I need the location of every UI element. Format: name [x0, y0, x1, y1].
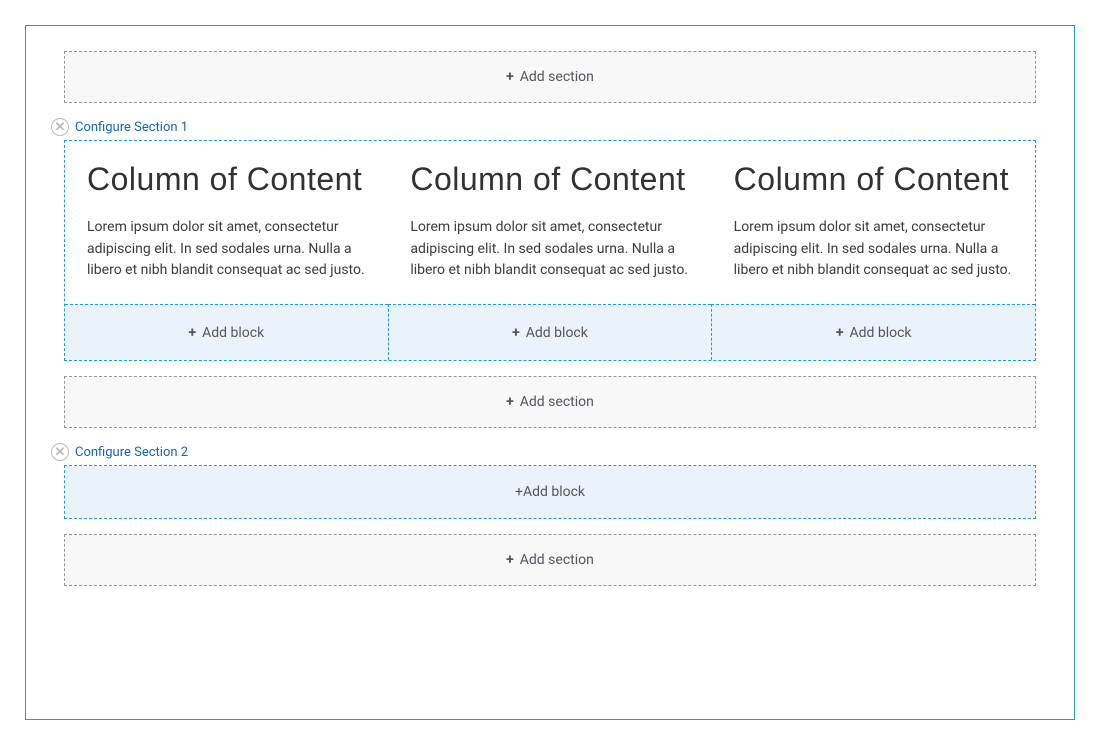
section-1-column-3[interactable]: Column of Content Lorem ipsum dolor sit …: [712, 141, 1035, 304]
column-body: Lorem ipsum dolor sit amet, consectetur …: [87, 217, 366, 282]
section-1-column-2[interactable]: Column of Content Lorem ipsum dolor sit …: [388, 141, 711, 304]
column-title: Column of Content: [410, 159, 689, 199]
add-block-button[interactable]: + Add block: [711, 304, 1035, 360]
configure-section-1-link[interactable]: Configure Section 1: [75, 120, 188, 135]
section-2-header: ✕ Configure Section 2: [51, 442, 1049, 462]
add-block-label: Add block: [526, 325, 588, 341]
add-section-label: Add section: [520, 394, 594, 410]
plus-icon: +: [836, 325, 844, 341]
add-block-label: Add block: [523, 484, 585, 500]
add-block-button[interactable]: + Add block: [65, 304, 388, 360]
section-1-column-1[interactable]: Column of Content Lorem ipsum dolor sit …: [65, 141, 388, 304]
add-section-button[interactable]: + Add section: [64, 51, 1036, 103]
column-title: Column of Content: [87, 159, 366, 199]
layout-builder-frame: + Add section ✕ Configure Section 1 Colu…: [25, 25, 1075, 720]
section-2: + Add block: [64, 465, 1036, 519]
section-1-columns: Column of Content Lorem ipsum dolor sit …: [65, 141, 1035, 304]
remove-section-2-button[interactable]: ✕: [51, 443, 69, 461]
column-body: Lorem ipsum dolor sit amet, consectetur …: [410, 217, 689, 282]
add-section-label: Add section: [520, 69, 594, 85]
add-block-button[interactable]: + Add block: [388, 304, 712, 360]
column-body: Lorem ipsum dolor sit amet, consectetur …: [734, 217, 1013, 282]
add-section-button[interactable]: + Add section: [64, 534, 1036, 586]
add-block-button[interactable]: + Add block: [65, 466, 1035, 518]
section-1-header: ✕ Configure Section 1: [51, 117, 1049, 137]
add-block-label: Add block: [849, 325, 911, 341]
plus-icon: +: [515, 484, 523, 500]
section-1: Column of Content Lorem ipsum dolor sit …: [64, 140, 1036, 361]
close-icon: ✕: [55, 446, 66, 459]
add-section-label: Add section: [520, 552, 594, 568]
add-block-row: + Add block + Add block + Add block: [65, 304, 1035, 360]
column-title: Column of Content: [734, 159, 1013, 199]
plus-icon: +: [188, 325, 196, 341]
plus-icon: +: [506, 69, 514, 85]
add-block-label: Add block: [202, 325, 264, 341]
add-section-button[interactable]: + Add section: [64, 376, 1036, 428]
close-icon: ✕: [55, 121, 66, 134]
remove-section-1-button[interactable]: ✕: [51, 118, 69, 136]
plus-icon: +: [506, 394, 514, 410]
configure-section-2-link[interactable]: Configure Section 2: [75, 445, 188, 460]
plus-icon: +: [506, 552, 514, 568]
plus-icon: +: [512, 325, 520, 341]
